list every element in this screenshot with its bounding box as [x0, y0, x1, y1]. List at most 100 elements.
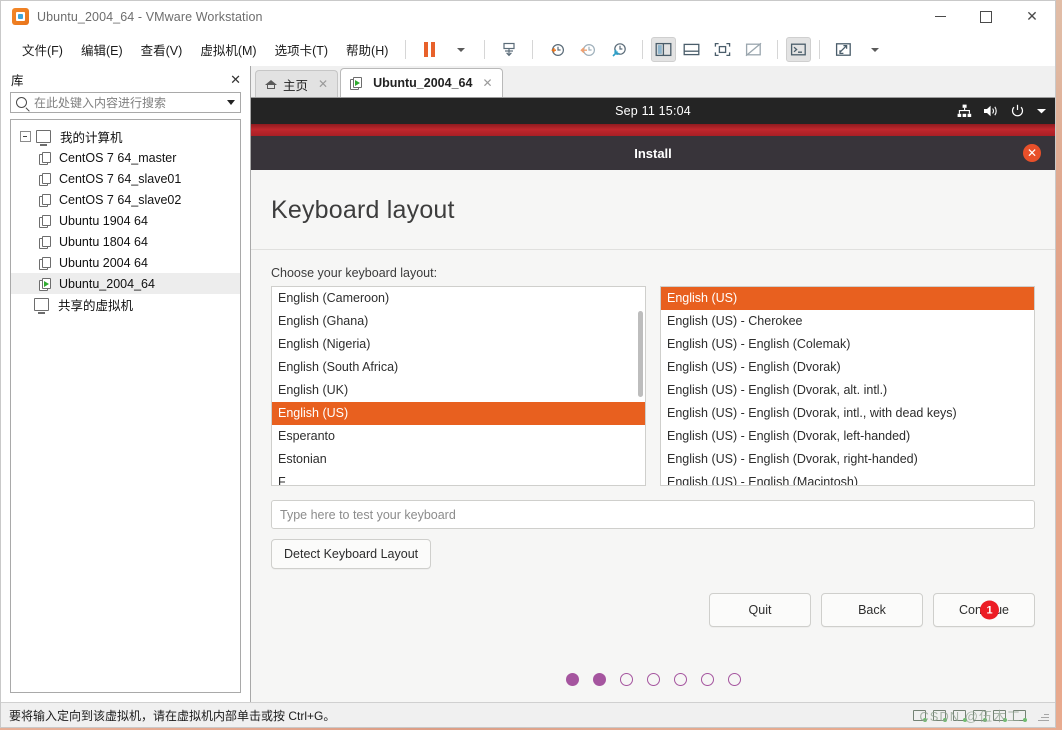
list-item-selected[interactable]: English (US) — [272, 402, 645, 425]
workspace: 库 ✕ 在此处键入内容进行搜索 我的计算机 CentOS 7 64_master — [1, 66, 1055, 702]
search-input[interactable]: 在此处键入内容进行搜索 — [34, 94, 227, 111]
tree-item-ubuntu-2004[interactable]: Ubuntu 2004 64 — [11, 252, 240, 273]
list-item[interactable]: English (US) - English (Colemak) — [661, 333, 1034, 356]
progress-dot — [700, 673, 714, 686]
tree-item-ubuntu-2004-64-running[interactable]: Ubuntu_2004_64 — [11, 273, 240, 294]
usb-device-icon[interactable] — [973, 709, 987, 722]
continue-button[interactable]: Continue 1 — [933, 593, 1035, 627]
tab-ubuntu-2004-64[interactable]: Ubuntu_2004_64 ✕ — [340, 68, 503, 97]
chevron-down-icon[interactable] — [1036, 107, 1047, 115]
system-tray — [957, 98, 1047, 124]
list-item[interactable]: English (US) - English (Dvorak, left-han… — [661, 425, 1034, 448]
guest-screen[interactable]: Sep 11 15:04 Install ✕ Keyboard layout C… — [251, 97, 1055, 702]
tree-item-centos-master[interactable]: CentOS 7 64_master — [11, 147, 240, 168]
unity-mode-button[interactable] — [738, 37, 769, 62]
detect-keyboard-layout-button[interactable]: Detect Keyboard Layout — [271, 539, 432, 569]
sound-card-icon[interactable] — [993, 709, 1007, 722]
tree-item-my-computer[interactable]: 我的计算机 — [11, 126, 240, 147]
list-item[interactable]: Esperanto — [272, 425, 645, 448]
fullscreen-button[interactable] — [707, 37, 738, 62]
list-item[interactable]: F — [272, 471, 645, 485]
resize-grip[interactable] — [1036, 709, 1049, 722]
menu-vm[interactable]: 虚拟机(M) — [191, 36, 265, 63]
volume-icon[interactable] — [983, 104, 999, 118]
quit-button[interactable]: Quit — [709, 593, 811, 627]
printer-icon[interactable] — [1013, 709, 1027, 722]
tab-label: 主页 — [283, 78, 309, 93]
pause-button[interactable] — [414, 37, 445, 62]
progress-dots — [251, 673, 1055, 686]
list-item[interactable]: English (US) - Cherokee — [661, 310, 1034, 333]
vm-running-icon — [350, 77, 363, 90]
list-item[interactable]: English (Cameroon) — [272, 287, 645, 310]
snapshot-manager-button[interactable] — [603, 37, 634, 62]
list-item[interactable]: English (US) - English (Dvorak) — [661, 356, 1034, 379]
terminal-icon — [791, 43, 807, 56]
close-icon[interactable]: ✕ — [318, 77, 328, 91]
library-header: 库 ✕ — [1, 66, 250, 92]
installer-close-button[interactable]: ✕ — [1023, 144, 1041, 162]
clock[interactable]: Sep 11 15:04 — [615, 104, 691, 118]
collapse-expander-icon[interactable] — [20, 131, 31, 142]
cd-drive-icon[interactable] — [933, 709, 947, 722]
toolbar-separator — [484, 40, 486, 59]
close-button[interactable]: ✕ — [1009, 1, 1055, 32]
list-item[interactable]: English (US) - English (Dvorak, intl., w… — [661, 402, 1034, 425]
keyboard-layout-list[interactable]: English (Cameroon) English (Ghana) Engli… — [271, 286, 646, 486]
list-item[interactable]: Estonian — [272, 448, 645, 471]
tab-home[interactable]: 主页 ✕ — [255, 70, 339, 97]
back-button[interactable]: Back — [821, 593, 923, 627]
menu-help[interactable]: 帮助(H) — [337, 36, 397, 63]
tree-item-label: 共享的虚拟机 — [58, 299, 134, 313]
vmware-logo-icon — [12, 8, 29, 25]
list-item[interactable]: English (US) - English (Macintosh) — [661, 471, 1034, 485]
take-snapshot-button[interactable] — [541, 37, 572, 62]
chevron-down-icon[interactable] — [227, 100, 235, 105]
tree-item-ubuntu-1904[interactable]: Ubuntu 1904 64 — [11, 210, 240, 231]
installer-body: Keyboard layout Choose your keyboard lay… — [251, 170, 1055, 702]
manage-snapshot-button[interactable] — [493, 37, 524, 62]
stretch-button[interactable] — [828, 37, 859, 62]
menu-view[interactable]: 查看(V) — [132, 36, 192, 63]
close-icon[interactable]: ✕ — [230, 73, 241, 86]
library-search-box[interactable]: 在此处键入内容进行搜索 — [10, 92, 241, 113]
menu-tabs[interactable]: 选项卡(T) — [266, 36, 337, 63]
menu-edit[interactable]: 编辑(E) — [72, 36, 132, 63]
list-item[interactable]: English (US) - English (Dvorak, right-ha… — [661, 448, 1034, 471]
revert-snapshot-button[interactable] — [572, 37, 603, 62]
snapshot-revert-icon — [580, 43, 595, 56]
list-item[interactable]: English (Ghana) — [272, 310, 645, 333]
library-tree[interactable]: 我的计算机 CentOS 7 64_master CentOS 7 64_sla… — [10, 119, 241, 693]
tree-item-ubuntu-1804[interactable]: Ubuntu 1804 64 — [11, 231, 240, 252]
keyboard-variant-list[interactable]: English (US) English (US) - Cherokee Eng… — [660, 286, 1035, 486]
keyboard-test-input[interactable]: Type here to test your keyboard — [271, 500, 1035, 529]
power-dropdown[interactable] — [445, 37, 476, 62]
list-item[interactable]: English (Nigeria) — [272, 333, 645, 356]
vm-icon — [39, 151, 51, 165]
installer-title: Install — [634, 145, 672, 161]
show-thumbnail-bar-button[interactable] — [676, 37, 707, 62]
list-item[interactable]: English (UK) — [272, 379, 645, 402]
vm-icon — [39, 172, 51, 186]
fullscreen-icon — [715, 42, 731, 57]
stretch-dropdown[interactable] — [859, 37, 890, 62]
tree-item-label: Ubuntu 2004 64 — [59, 255, 148, 270]
tree-item-centos-slave02[interactable]: CentOS 7 64_slave02 — [11, 189, 240, 210]
tree-item-centos-slave01[interactable]: CentOS 7 64_slave01 — [11, 168, 240, 189]
menu-file[interactable]: 文件(F) — [13, 36, 72, 63]
tree-item-shared-vms[interactable]: 共享的虚拟机 — [11, 294, 240, 315]
close-icon[interactable]: ✕ — [482, 76, 492, 90]
network-icon[interactable] — [957, 104, 972, 118]
list-item[interactable]: English (US) - English (Dvorak, alt. int… — [661, 379, 1034, 402]
hard-disk-icon[interactable] — [913, 709, 927, 722]
show-library-button[interactable] — [651, 37, 677, 62]
minimize-button[interactable] — [917, 1, 963, 32]
layout-list-scrollbar[interactable] — [638, 311, 643, 397]
console-button[interactable] — [786, 37, 812, 62]
network-adapter-icon[interactable] — [953, 709, 967, 722]
maximize-button[interactable] — [963, 1, 1009, 32]
list-item-selected[interactable]: English (US) — [661, 287, 1034, 310]
vm-icon — [39, 214, 51, 228]
list-item[interactable]: English (South Africa) — [272, 356, 645, 379]
power-icon[interactable] — [1010, 104, 1025, 118]
